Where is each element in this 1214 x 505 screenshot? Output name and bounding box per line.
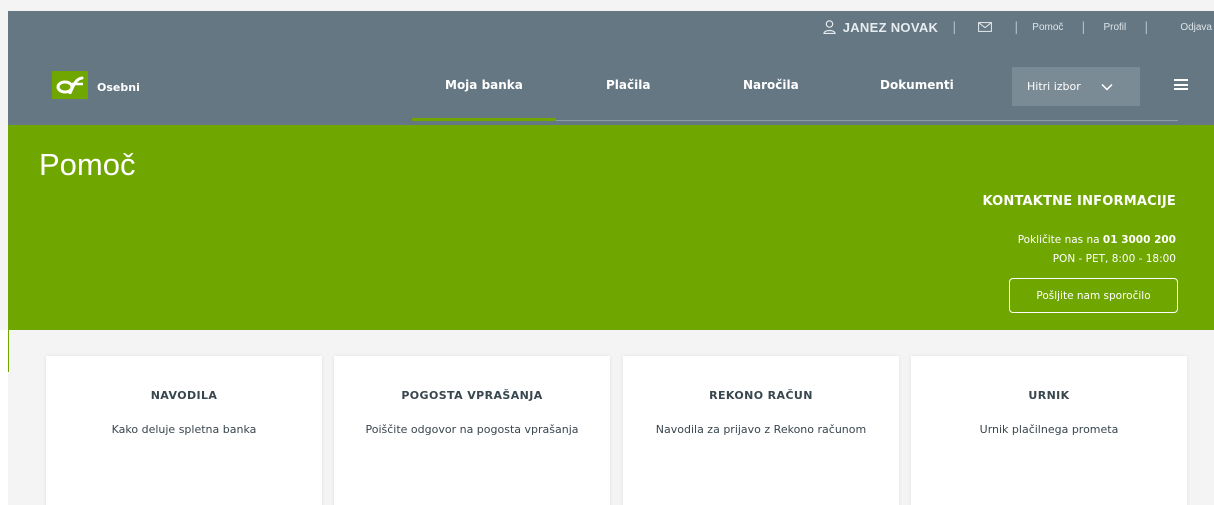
active-tab-indicator	[412, 118, 556, 121]
left-edge-strip	[0, 330, 8, 505]
separator: |	[952, 20, 957, 34]
bank-logo[interactable]	[52, 71, 88, 99]
brand-label: Osebni	[97, 81, 140, 94]
card-description: Urnik plačilnega prometa	[979, 423, 1119, 436]
card-urnik[interactable]: URNIK Urnik plačilnega prometa	[911, 356, 1187, 505]
call-prefix: Pokličite nas na	[1017, 234, 1103, 246]
help-link[interactable]: Pomoč	[1032, 22, 1063, 33]
card-title: URNIK	[1028, 389, 1070, 402]
card-description: Navodila za prijavo z Rekono računom	[655, 423, 867, 436]
card-description: Kako deluje spletna banka	[111, 423, 257, 436]
separator: |	[1081, 20, 1086, 34]
separator: |	[1144, 20, 1149, 34]
tab-dokumenti[interactable]: Dokumenti	[880, 78, 954, 92]
user-name: JANEZ NOVAK	[842, 19, 939, 35]
page-title: Pomoč	[39, 147, 136, 182]
quick-select-dropdown[interactable]: Hitri izbor	[1012, 67, 1140, 106]
chevron-down-icon	[1101, 83, 1113, 91]
main-nav: Osebni Moja banka Plačila Naročila Dokum…	[8, 43, 1214, 125]
hamburger-menu-icon[interactable]	[1174, 79, 1188, 90]
tab-narocila[interactable]: Naročila	[743, 78, 799, 92]
card-title: NAVODILA	[150, 389, 218, 402]
help-hero: Pomoč KONTAKTNE INFORMACIJE Pokličite na…	[8, 125, 1214, 330]
user-menu[interactable]: JANEZ NOVAK	[823, 20, 939, 35]
separator: |	[1014, 20, 1019, 34]
contact-heading: KONTAKTNE INFORMACIJE	[982, 194, 1176, 209]
profile-link[interactable]: Profil	[1103, 22, 1126, 33]
phone-number[interactable]: 01 3000 200	[1103, 234, 1176, 246]
help-cards: NAVODILA Kako deluje spletna banka POGOS…	[8, 330, 1214, 505]
contact-hours: PON - PET, 8:00 - 18:00	[1052, 253, 1176, 265]
edge-accent-line	[8, 330, 9, 372]
utility-bar: JANEZ NOVAK | | Pomoč | Profil | Odjava	[823, 11, 1214, 43]
card-description: Poiščite odgovor na pogosta vprašanja	[365, 423, 579, 436]
card-title: REKONO RAČUN	[709, 389, 813, 402]
send-message-button[interactable]: Pošljite nam sporočilo	[1009, 278, 1178, 313]
user-icon	[823, 20, 836, 34]
mail-button[interactable]	[978, 22, 993, 32]
card-title: POGOSTA VPRAŠANJA	[401, 389, 543, 402]
logout-link[interactable]: Odjava	[1180, 22, 1212, 33]
tab-placila[interactable]: Plačila	[606, 78, 650, 92]
quick-select-label: Hitri izbor	[1027, 80, 1081, 93]
top-header: JANEZ NOVAK | | Pomoč | Profil | Odjava …	[8, 11, 1214, 125]
card-pogosta-vprasanja[interactable]: POGOSTA VPRAŠANJA Poiščite odgovor na po…	[334, 356, 610, 505]
contact-phone-line: Pokličite nas na 01 3000 200	[1018, 234, 1176, 246]
tab-moja-banka[interactable]: Moja banka	[445, 78, 523, 92]
card-navodila[interactable]: NAVODILA Kako deluje spletna banka	[46, 356, 322, 505]
card-rekono-racun[interactable]: REKONO RAČUN Navodila za prijavo z Rekon…	[623, 356, 899, 505]
bank-logo-icon	[56, 76, 84, 94]
envelope-icon	[978, 22, 993, 32]
